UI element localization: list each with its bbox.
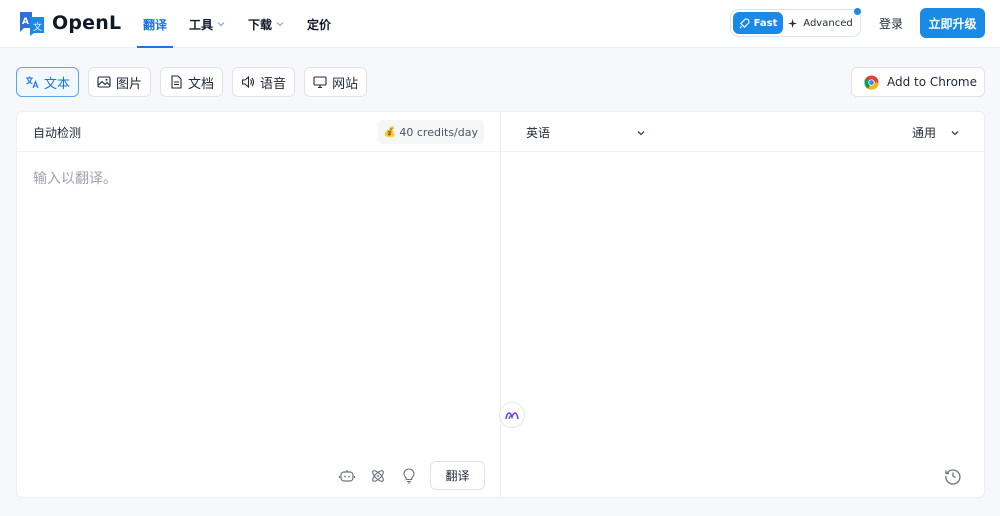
source-header: 自动检测 💰 40 credits/day bbox=[17, 112, 500, 152]
document-icon bbox=[171, 75, 182, 89]
source-pane: 自动检测 💰 40 credits/day 翻译 bbox=[17, 112, 501, 497]
tab-text-label: 文本 bbox=[44, 76, 71, 92]
mode-fast-button[interactable]: Fast bbox=[733, 12, 783, 34]
tab-document[interactable]: 文档 bbox=[160, 67, 224, 97]
image-icon bbox=[97, 76, 111, 88]
atom-icon[interactable] bbox=[369, 467, 387, 485]
target-language-label: 英语 bbox=[526, 126, 551, 140]
target-pane: 英语 通用 bbox=[501, 112, 984, 497]
tab-voice[interactable]: 语音 bbox=[232, 67, 296, 97]
logo-icon: A 文 bbox=[20, 12, 44, 36]
chevron-down-icon bbox=[951, 130, 959, 135]
logo-text: OpenL bbox=[52, 12, 122, 34]
chrome-icon bbox=[864, 74, 879, 90]
svg-text:文: 文 bbox=[33, 21, 42, 33]
mode-advanced-button[interactable]: Advanced bbox=[783, 12, 858, 34]
translate-icon bbox=[26, 76, 39, 89]
nav-translate[interactable]: 翻译 bbox=[137, 0, 174, 48]
domain-select[interactable]: 通用 bbox=[912, 124, 960, 141]
money-bag-icon: 💰 bbox=[383, 126, 397, 138]
nav-pricing-label: 定价 bbox=[307, 17, 332, 32]
translation-panel: 自动检测 💰 40 credits/day 翻译 英语 bbox=[16, 111, 985, 498]
notification-dot bbox=[854, 8, 861, 15]
speaker-icon bbox=[241, 75, 255, 89]
login-link[interactable]: 登录 bbox=[879, 15, 903, 32]
tab-voice-label: 语音 bbox=[260, 76, 287, 92]
tab-image[interactable]: 图片 bbox=[88, 67, 152, 97]
source-language-select[interactable]: 自动检测 bbox=[33, 124, 81, 141]
upgrade-button[interactable]: 立即升级 bbox=[920, 8, 985, 38]
domain-label: 通用 bbox=[912, 126, 937, 140]
logo[interactable]: A 文 OpenL bbox=[18, 9, 121, 37]
nav-tools-label: 工具 bbox=[189, 17, 214, 32]
monitor-icon bbox=[313, 76, 327, 89]
add-to-chrome-label: Add to Chrome bbox=[887, 75, 977, 89]
chevron-down-icon bbox=[637, 130, 645, 135]
rocket-icon bbox=[739, 17, 750, 28]
mode-advanced-label: Advanced bbox=[803, 17, 853, 29]
nav-tools[interactable]: 工具 bbox=[183, 0, 232, 48]
nav-download-label: 下载 bbox=[248, 17, 273, 32]
chevron-down-icon bbox=[276, 22, 284, 27]
tab-image-label: 图片 bbox=[116, 76, 143, 92]
tab-document-label: 文档 bbox=[188, 76, 215, 92]
translate-button[interactable]: 翻译 bbox=[430, 461, 485, 490]
nav-download[interactable]: 下载 bbox=[242, 0, 291, 48]
add-to-chrome-button[interactable]: Add to Chrome bbox=[851, 67, 985, 97]
top-bar: A 文 OpenL 翻译 工具 下载 定价 Fast Advanced 登录 立… bbox=[0, 0, 1000, 48]
mode-toggle: Fast Advanced bbox=[730, 8, 861, 37]
openl-model-icon bbox=[505, 412, 519, 420]
sparkle-icon bbox=[788, 18, 798, 28]
model-switch-button[interactable] bbox=[499, 402, 525, 428]
nav-translate-label: 翻译 bbox=[143, 17, 168, 32]
credits-badge: 💰 40 credits/day bbox=[377, 120, 484, 144]
svg-text:A: A bbox=[22, 17, 29, 27]
tab-website[interactable]: 网站 bbox=[304, 67, 368, 97]
history-icon[interactable] bbox=[944, 467, 962, 485]
robot-icon[interactable] bbox=[338, 467, 356, 485]
tab-text[interactable]: 文本 bbox=[16, 67, 80, 97]
target-header: 英语 通用 bbox=[501, 112, 984, 152]
main-nav: 翻译 工具 下载 定价 bbox=[137, 0, 347, 48]
tab-website-label: 网站 bbox=[332, 76, 359, 92]
mode-fast-label: Fast bbox=[753, 17, 778, 29]
lightbulb-icon[interactable] bbox=[400, 467, 418, 485]
target-language-select[interactable]: 英语 bbox=[526, 124, 646, 141]
input-type-tabs: 文本 图片 文档 语音 网站 bbox=[16, 67, 376, 97]
credits-label: 40 credits/day bbox=[399, 125, 478, 139]
source-text-input[interactable] bbox=[33, 168, 483, 448]
nav-pricing[interactable]: 定价 bbox=[301, 0, 337, 48]
chevron-down-icon bbox=[217, 22, 225, 27]
